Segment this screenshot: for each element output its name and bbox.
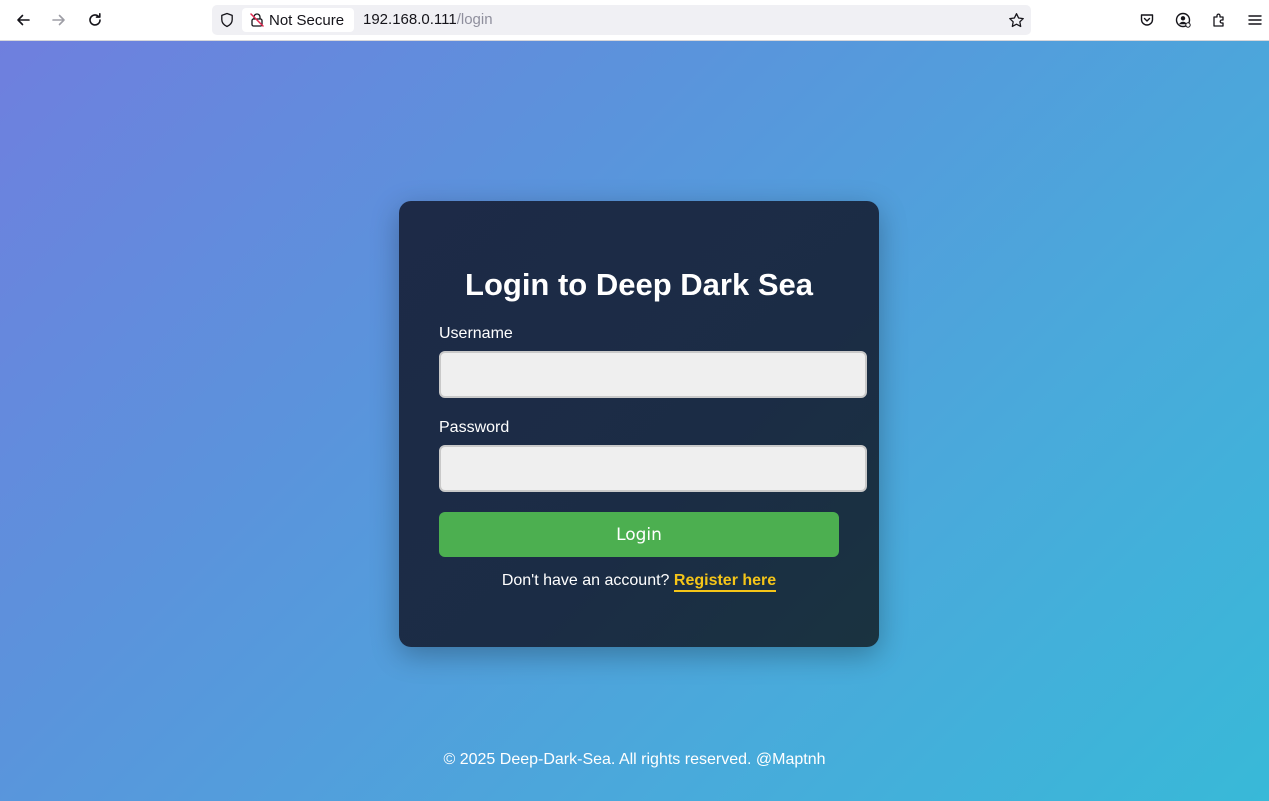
- url-host: 192.168.0.111: [363, 11, 457, 28]
- register-prompt-line: Don't have an account? Register here: [399, 572, 879, 592]
- shield-icon[interactable]: [218, 11, 236, 29]
- register-prompt: Don't have an account?: [501, 572, 670, 589]
- login-card: Login to Deep Dark Sea Username Password…: [399, 201, 879, 647]
- forward-arrow-icon[interactable]: [45, 6, 73, 34]
- pocket-icon[interactable]: [1133, 6, 1161, 34]
- site-security-indicator[interactable]: Not Secure: [242, 8, 354, 32]
- username-field[interactable]: [439, 351, 867, 398]
- account-icon[interactable]: [1169, 6, 1197, 34]
- page-background: Login to Deep Dark Sea Username Password…: [0, 41, 1269, 801]
- security-label: Not Secure: [269, 11, 345, 29]
- url-path: /login: [456, 11, 493, 28]
- extensions-icon[interactable]: [1205, 6, 1233, 34]
- reload-icon[interactable]: [81, 6, 109, 34]
- page-title: Login to Deep Dark Sea: [465, 267, 813, 302]
- menu-icon[interactable]: [1241, 6, 1269, 34]
- bookmark-star-icon[interactable]: [1007, 11, 1025, 29]
- address-bar[interactable]: Not Secure 192.168.0.111/login: [212, 5, 1031, 35]
- username-label: Username: [439, 325, 513, 342]
- url-text[interactable]: 192.168.0.111/login: [363, 5, 493, 35]
- register-link[interactable]: Register here: [673, 572, 777, 592]
- browser-toolbar: Not Secure 192.168.0.111/login: [0, 0, 1269, 41]
- footer-copyright: © 2025 Deep-Dark-Sea. All rights reserve…: [443, 751, 826, 768]
- password-label: Password: [439, 419, 510, 436]
- insecure-lock-icon: [249, 12, 265, 28]
- password-field[interactable]: [439, 445, 867, 492]
- back-arrow-icon[interactable]: [9, 6, 37, 34]
- login-button[interactable]: Login: [439, 512, 839, 557]
